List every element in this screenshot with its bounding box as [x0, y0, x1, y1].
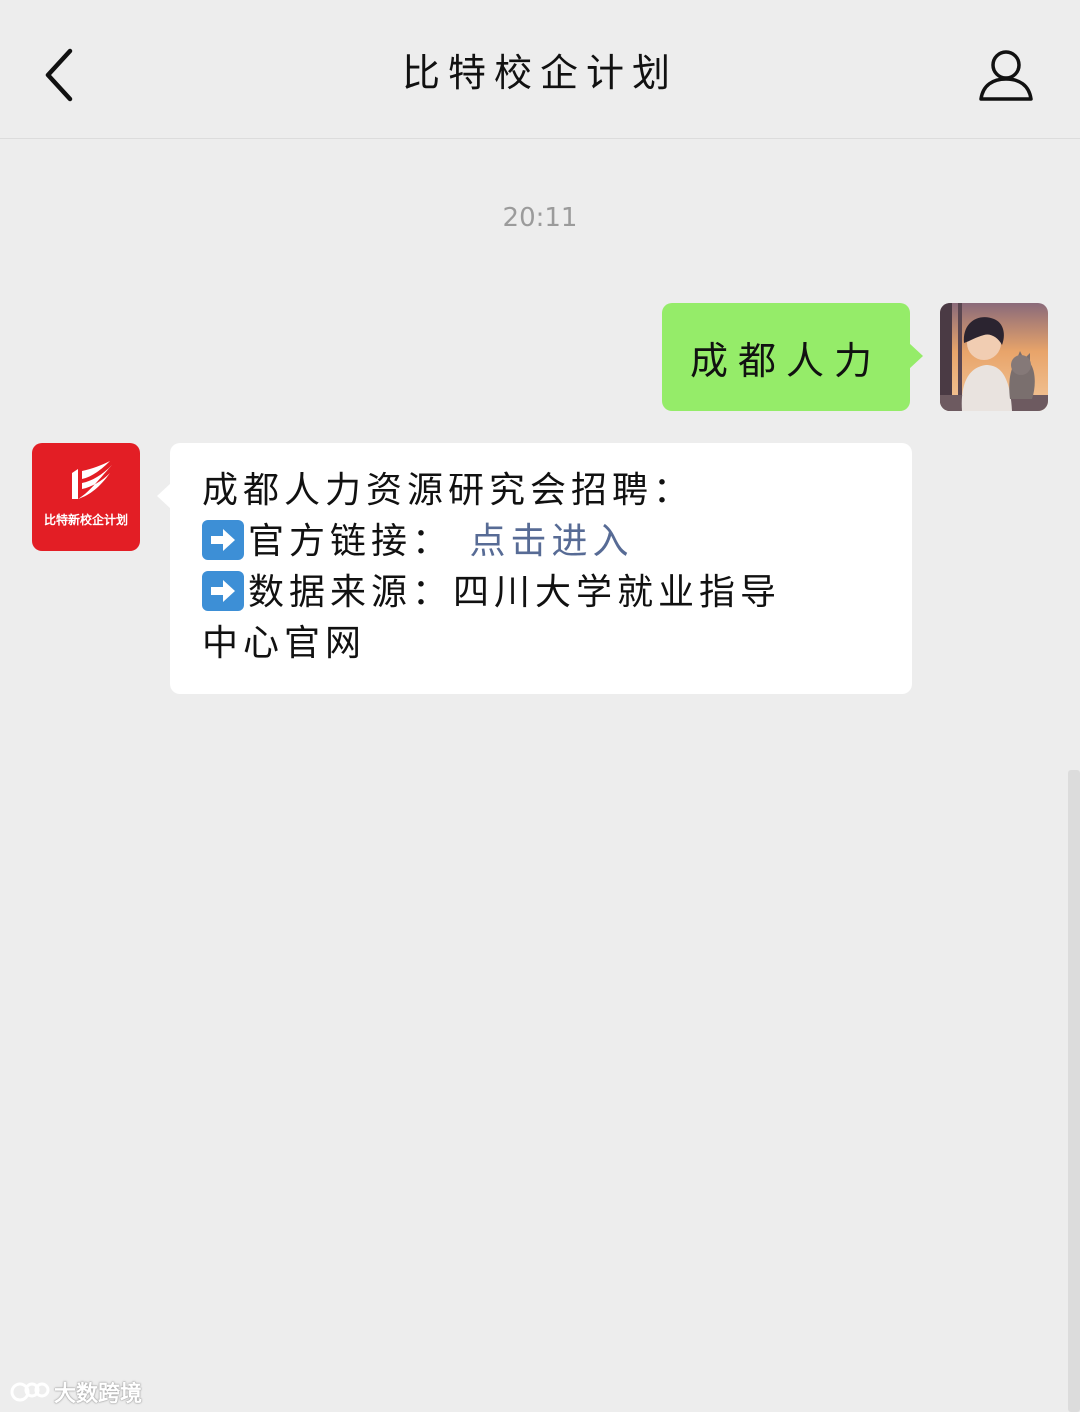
message-line: 中心官网 — [202, 623, 367, 664]
message-line: 官方链接： 点击进入 — [202, 516, 876, 567]
chat-title: 比特校企计划 — [401, 51, 678, 95]
data-source-text: 数据来源：四川大学就业指导 — [248, 572, 782, 613]
message-line: 数据来源：四川大学就业指导 — [202, 567, 876, 618]
message-timestamp: 20:11 — [502, 203, 578, 233]
avatar-label: 比特新校企计划 — [43, 513, 128, 527]
message-line: 成都人力资源研究会招聘： — [202, 470, 695, 511]
official-account-avatar[interactable]: 比特新校企计划 — [32, 443, 140, 551]
avatar[interactable] — [940, 303, 1048, 411]
enter-link[interactable]: 点击进入 — [469, 521, 633, 562]
link-label: 官方链接： — [248, 521, 454, 562]
incoming-message[interactable]: 成都人力资源研究会招聘： 官方链接： 点击进入 数据来源：四川大学就业指导 中心… — [157, 443, 912, 694]
user-avatar-image — [940, 303, 1048, 411]
scrollbar[interactable] — [1068, 770, 1080, 1412]
outgoing-message[interactable]: 成都人力 — [662, 303, 923, 411]
watermark: 大数跨境 — [10, 1376, 142, 1408]
arrow-right-icon — [202, 571, 244, 611]
company-logo-icon — [72, 461, 112, 499]
arrow-right-icon — [202, 520, 244, 560]
chat-header: 比特校企计划 — [0, 0, 1080, 139]
chat-info-button[interactable] — [966, 40, 1046, 110]
watermark-text: 大数跨境 — [54, 1382, 143, 1407]
person-icon — [979, 50, 1033, 101]
watermark-logo-icon — [10, 1382, 50, 1402]
